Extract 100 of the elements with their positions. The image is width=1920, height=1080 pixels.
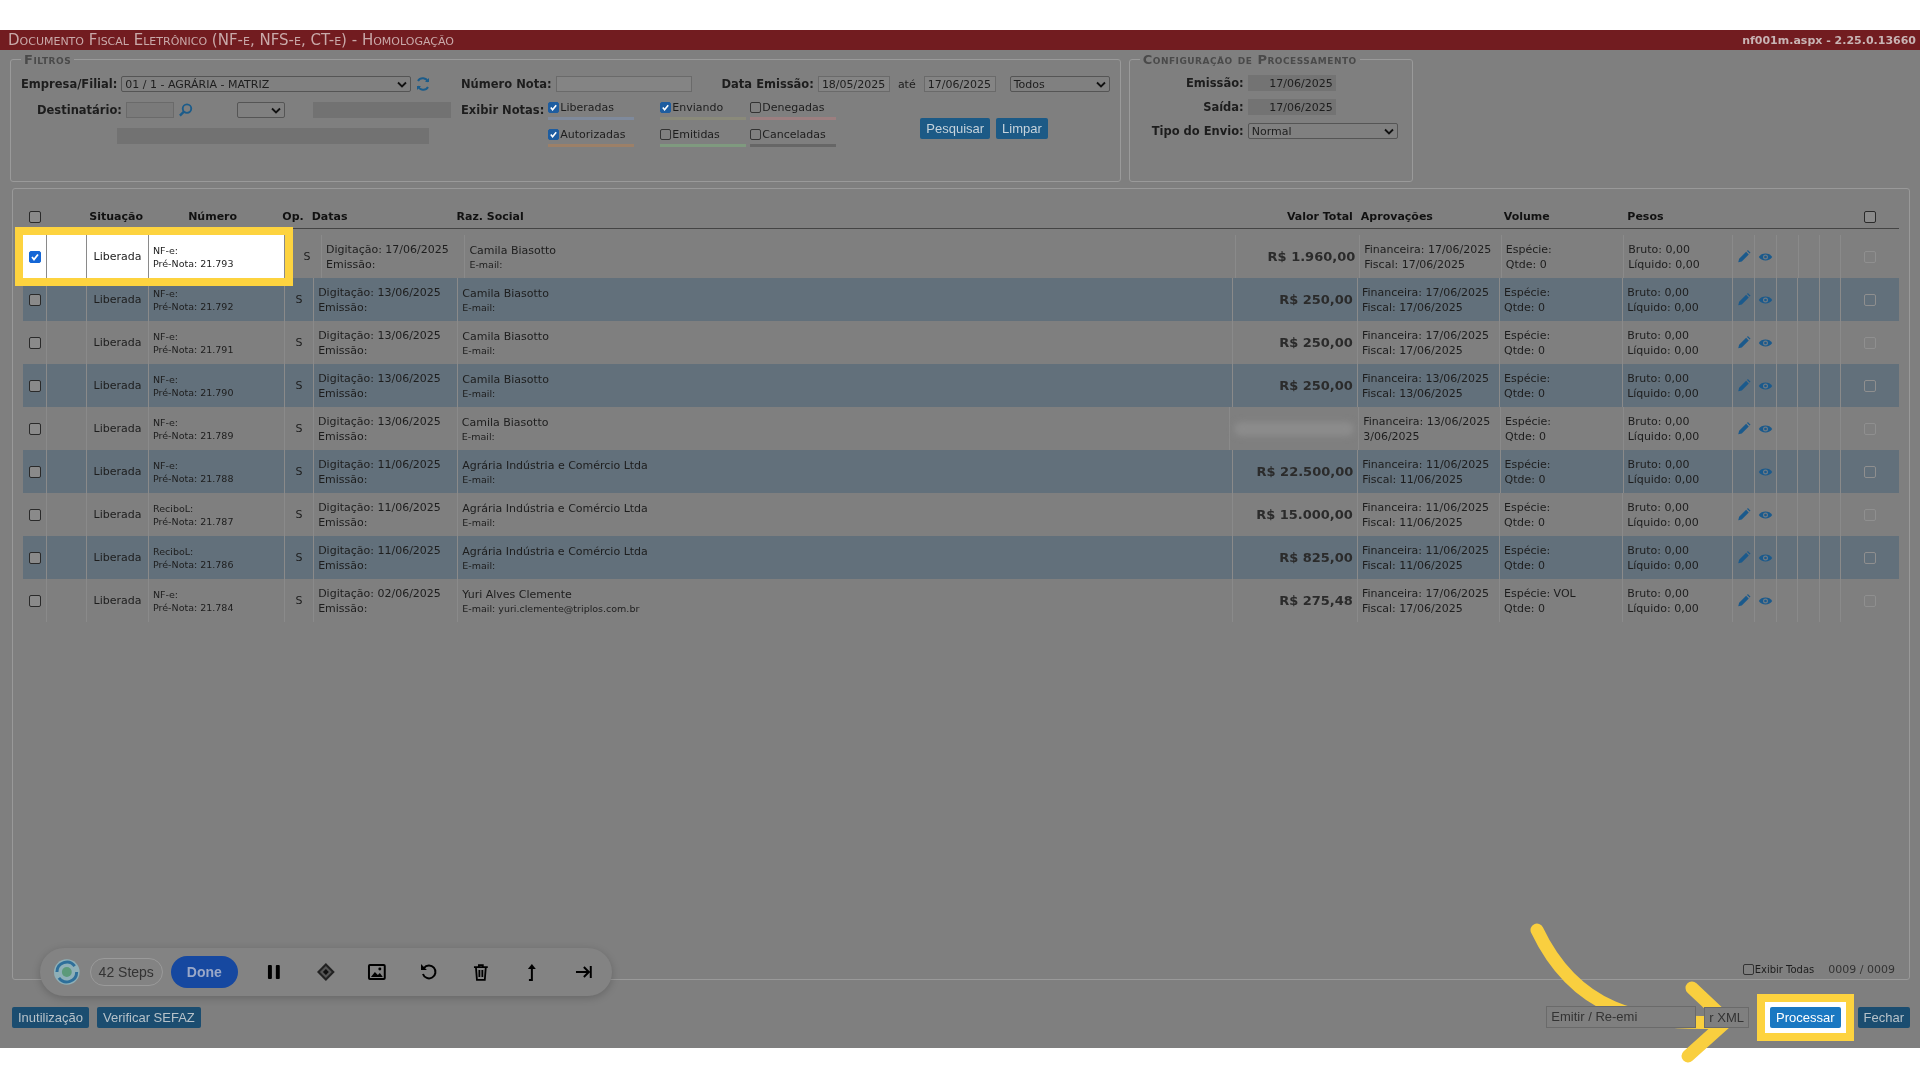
checkmark-icon [549, 102, 559, 112]
pencil-icon[interactable] [1735, 593, 1751, 608]
swirl-logo-icon [52, 957, 82, 987]
pencil-icon[interactable] [1735, 335, 1751, 350]
email-text: E-mail: [462, 559, 496, 571]
document-type-text: NF-e: [153, 459, 180, 471]
row-checkbox[interactable] [28, 594, 41, 607]
select-all-checkbox[interactable] [1863, 211, 1876, 223]
status-checkbox[interactable]: Enviando [660, 99, 751, 115]
row-checkbox[interactable] [28, 422, 41, 435]
row-checkbox[interactable] [28, 250, 41, 263]
weight-text: Bruto: 0,00 [1627, 457, 1690, 471]
weight-text: Líquido: 0,00 [1627, 558, 1699, 572]
date-from-field[interactable]: 18/05/2025 [817, 76, 890, 92]
weight-text: Bruto: 0,00 [1627, 285, 1689, 299]
date-text: Digitação: 13/06/2025 [318, 371, 441, 385]
row-checkbox[interactable] [28, 551, 41, 564]
done-button[interactable]: Done [170, 956, 238, 988]
email-text: E-mail: [462, 344, 496, 356]
pencil-icon[interactable] [1736, 421, 1752, 436]
type-select[interactable] [236, 102, 285, 118]
blur-icon[interactable] [315, 962, 336, 982]
checkmark-icon [661, 102, 671, 112]
xml-button[interactable]: r XML [1704, 1006, 1749, 1028]
total-value: R$ 250,00 [1279, 378, 1353, 393]
company-name: Camila Biasotto [469, 243, 557, 257]
volume-text: Espécie: [1505, 242, 1552, 256]
weight-text: Líquido: 0,00 [1627, 300, 1699, 314]
field-label: Empresa/Filial: [21, 77, 118, 91]
weight-text: Bruto: 0,00 [1627, 414, 1690, 428]
image-icon[interactable] [367, 962, 388, 982]
date-text: Emissão: [318, 343, 368, 357]
approval-text: Financeira: 13/06/2025 [1361, 371, 1489, 385]
weight-text: Bruto: 0,00 [1627, 328, 1689, 342]
row-checkbox[interactable] [1864, 551, 1877, 564]
filter-button[interactable]: Pesquisar [920, 118, 991, 139]
action-button[interactable]: Inutilização [12, 1006, 90, 1028]
status-checkbox[interactable]: Canceladas [750, 126, 841, 142]
pencil-icon[interactable] [1735, 378, 1751, 393]
undo-icon[interactable] [419, 962, 439, 982]
status-checkbox[interactable]: Denegadas [750, 99, 841, 115]
volume-text: Qtde: 0 [1504, 386, 1546, 400]
note-number-field[interactable] [555, 76, 692, 92]
send-type-select[interactable]: Normal [1247, 123, 1398, 139]
pre-note-number: Pré-Nota: 21.790 [153, 386, 235, 398]
status-checkbox[interactable]: Liberadas [548, 99, 661, 115]
row-checkbox[interactable] [28, 465, 41, 478]
status-checkbox[interactable]: Emitidas [660, 126, 751, 142]
row-checkbox[interactable] [1864, 293, 1877, 306]
document-type-text: NF-e: [153, 373, 180, 385]
pencil-icon[interactable] [1735, 292, 1751, 307]
pencil-icon[interactable] [1735, 550, 1751, 565]
row-checkbox[interactable] [28, 379, 41, 392]
date-text: Emissão: [318, 558, 368, 572]
row-checkbox[interactable] [28, 336, 41, 349]
approval-text: Fiscal: 11/06/2025 [1361, 515, 1463, 529]
column-header: Situação [88, 210, 144, 223]
date-text: Digitação: 11/06/2025 [318, 543, 441, 557]
process-button[interactable]: Processar [1770, 1006, 1841, 1028]
weight-text: Líquido: 0,00 [1627, 601, 1699, 615]
checkmark-icon [549, 129, 559, 139]
row-checkbox[interactable] [1864, 465, 1877, 478]
company-select[interactable]: 01 / 1 - AGRÁRIA - MATRIZ [121, 76, 412, 92]
field-label: Emissão: [1184, 76, 1244, 90]
approval-text: Fiscal: 17/06/2025 [1361, 601, 1463, 615]
action-button[interactable]: Verificar SEFAZ [97, 1006, 201, 1028]
date-text: Emissão: [318, 515, 368, 529]
date-text: Emissão: [318, 386, 368, 400]
status-text: Liberada [93, 594, 142, 607]
column-header: Número [187, 210, 239, 223]
company-name: Camila Biasotto [462, 286, 549, 300]
status-text: Liberada [93, 250, 142, 263]
emit-field[interactable]: Emitir / Re-emi [1546, 1006, 1697, 1028]
document-type-text: NF-e: [153, 330, 180, 342]
date-text: Emissão: [318, 300, 368, 314]
operation-text: S [295, 551, 303, 564]
column-header: Volume [1502, 210, 1551, 223]
pencil-icon[interactable] [1735, 507, 1751, 522]
row-checkbox[interactable] [28, 293, 41, 306]
select-all-checkbox[interactable] [28, 211, 41, 223]
row-checkbox[interactable] [1864, 379, 1877, 392]
filter-button[interactable]: Limpar [996, 118, 1048, 139]
document-type-text: NF-e: [153, 588, 180, 600]
approval-text: 3/06/2025 [1363, 429, 1420, 443]
status-checkbox[interactable]: Autorizadas [548, 126, 661, 142]
weight-text: Líquido: 0,00 [1627, 343, 1699, 357]
volume-text: Qtde: 0 [1504, 515, 1546, 529]
pencil-icon[interactable] [1736, 249, 1752, 264]
refresh-icon[interactable] [415, 76, 432, 92]
approval-text: Fiscal: 17/06/2025 [1364, 257, 1466, 271]
date-to-field[interactable]: 17/06/2025 [923, 76, 996, 92]
company-name: Camila Biasotto [462, 372, 549, 386]
search-icon[interactable] [177, 102, 193, 118]
volume-text: Qtde: 0 [1504, 601, 1546, 615]
show-all-checkbox[interactable]: Exibir Todas [1742, 963, 1815, 975]
status-text: Liberada [93, 293, 142, 306]
volume-text: Qtde: 0 [1505, 257, 1547, 271]
period-select[interactable]: Todos [1009, 76, 1110, 92]
row-checkbox[interactable] [28, 508, 41, 521]
close-button[interactable]: Fechar [1857, 1006, 1910, 1028]
